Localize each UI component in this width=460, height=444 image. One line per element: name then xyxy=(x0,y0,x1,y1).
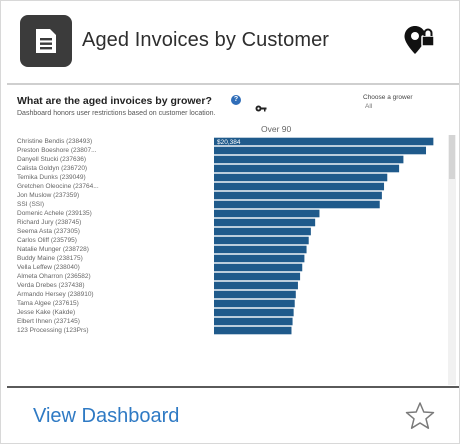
grower-label[interactable]: Natalie Munger (238728) xyxy=(17,245,213,254)
invoice-bar[interactable] xyxy=(214,173,388,182)
grower-label[interactable]: Richard Jury (238745) xyxy=(17,218,213,227)
invoice-bar[interactable] xyxy=(214,218,316,227)
grower-filter-label: Choose a grower xyxy=(363,94,413,101)
grower-label[interactable]: Danyell Stucki (237636) xyxy=(17,155,213,164)
grower-label[interactable]: Verda Drebes (237438) xyxy=(17,281,213,290)
grower-label[interactable]: Buddy Maine (238175) xyxy=(17,254,213,263)
invoice-bar[interactable] xyxy=(214,308,294,317)
bar-data-label: $20,384 xyxy=(217,139,241,146)
grower-label[interactable]: Calista Goldyn (236720) xyxy=(17,164,213,173)
grower-label[interactable]: Almeta Oharron (236582) xyxy=(17,272,213,281)
invoice-bar[interactable] xyxy=(214,164,400,173)
invoice-bar[interactable] xyxy=(214,182,385,191)
grower-filter-select[interactable]: All xyxy=(365,103,372,110)
dashboard-card: Aged Invoices by Customer What are the a… xyxy=(0,0,460,444)
locked-location-pin-icon[interactable] xyxy=(403,25,437,60)
invoice-bar[interactable] xyxy=(214,299,295,308)
invoice-bar[interactable] xyxy=(214,326,292,335)
invoice-bar[interactable] xyxy=(214,191,382,200)
grower-label[interactable]: Tama Algee (237615) xyxy=(17,299,213,308)
dashboard-subtitle: Dashboard honors user restrictions based… xyxy=(17,110,216,117)
grower-label[interactable]: Carlos Oliff (235795) xyxy=(17,236,213,245)
invoice-bar[interactable] xyxy=(214,317,293,326)
invoice-bar[interactable] xyxy=(214,254,305,263)
invoice-bar[interactable] xyxy=(214,209,320,218)
invoice-bar[interactable] xyxy=(214,146,427,155)
aged-invoices-bar-chart: $20,384 xyxy=(214,137,434,335)
vertical-scrollbar[interactable] xyxy=(448,135,456,385)
invoice-bar[interactable] xyxy=(214,155,404,164)
invoice-bar[interactable] xyxy=(214,236,309,245)
scrollbar-thumb[interactable] xyxy=(449,135,455,179)
grower-label[interactable]: Domenic Achele (239135) xyxy=(17,209,213,218)
invoice-bar[interactable] xyxy=(214,137,434,146)
grower-label[interactable]: Gretchen Oleocine (23764... xyxy=(17,182,213,191)
grower-label[interactable]: Christine Bendis (238493) xyxy=(17,137,213,146)
invoice-bar[interactable] xyxy=(214,227,311,236)
invoice-bar[interactable] xyxy=(214,290,296,299)
grower-label[interactable]: Temika Dunks (239049) xyxy=(17,173,213,182)
grower-label[interactable]: Preston Boeshore (23807... xyxy=(17,146,213,155)
grower-label[interactable]: SSI (SSI) xyxy=(17,200,213,209)
grower-label[interactable]: Elbert Ihnen (237145) xyxy=(17,317,213,326)
card-title: Aged Invoices by Customer xyxy=(82,29,330,51)
grower-label[interactable]: Jesse Kake (Kakde) xyxy=(17,308,213,317)
card-header: Aged Invoices by Customer xyxy=(1,1,459,83)
view-dashboard-link[interactable]: View Dashboard xyxy=(33,405,179,428)
grower-label[interactable]: 123 Processing (123Prs) xyxy=(17,326,213,335)
invoice-bar[interactable] xyxy=(214,200,380,209)
invoice-bar[interactable] xyxy=(214,272,301,281)
grower-label-list: Christine Bendis (238493) Preston Boeshor… xyxy=(17,137,213,335)
grower-label[interactable]: Vella Leffew (238040) xyxy=(17,263,213,272)
grower-label[interactable]: Seema Asta (237305) xyxy=(17,227,213,236)
dashboard-title: What are the aged invoices by grower? xyxy=(17,95,212,107)
invoice-bar[interactable] xyxy=(214,245,307,254)
grower-label[interactable]: Jon Muslow (237359) xyxy=(17,191,213,200)
star-outline-icon[interactable] xyxy=(404,401,436,436)
invoice-bar[interactable] xyxy=(214,281,298,290)
invoice-bar[interactable] xyxy=(214,263,303,272)
info-icon[interactable]: ? xyxy=(231,95,241,105)
chart-column-header: Over 90 xyxy=(261,124,292,134)
key-icon xyxy=(255,100,267,118)
grower-label[interactable]: Armando Hersey (238910) xyxy=(17,290,213,299)
dashboard-preview[interactable]: What are the aged invoices by grower? Da… xyxy=(7,83,459,388)
document-list-icon xyxy=(20,15,72,67)
